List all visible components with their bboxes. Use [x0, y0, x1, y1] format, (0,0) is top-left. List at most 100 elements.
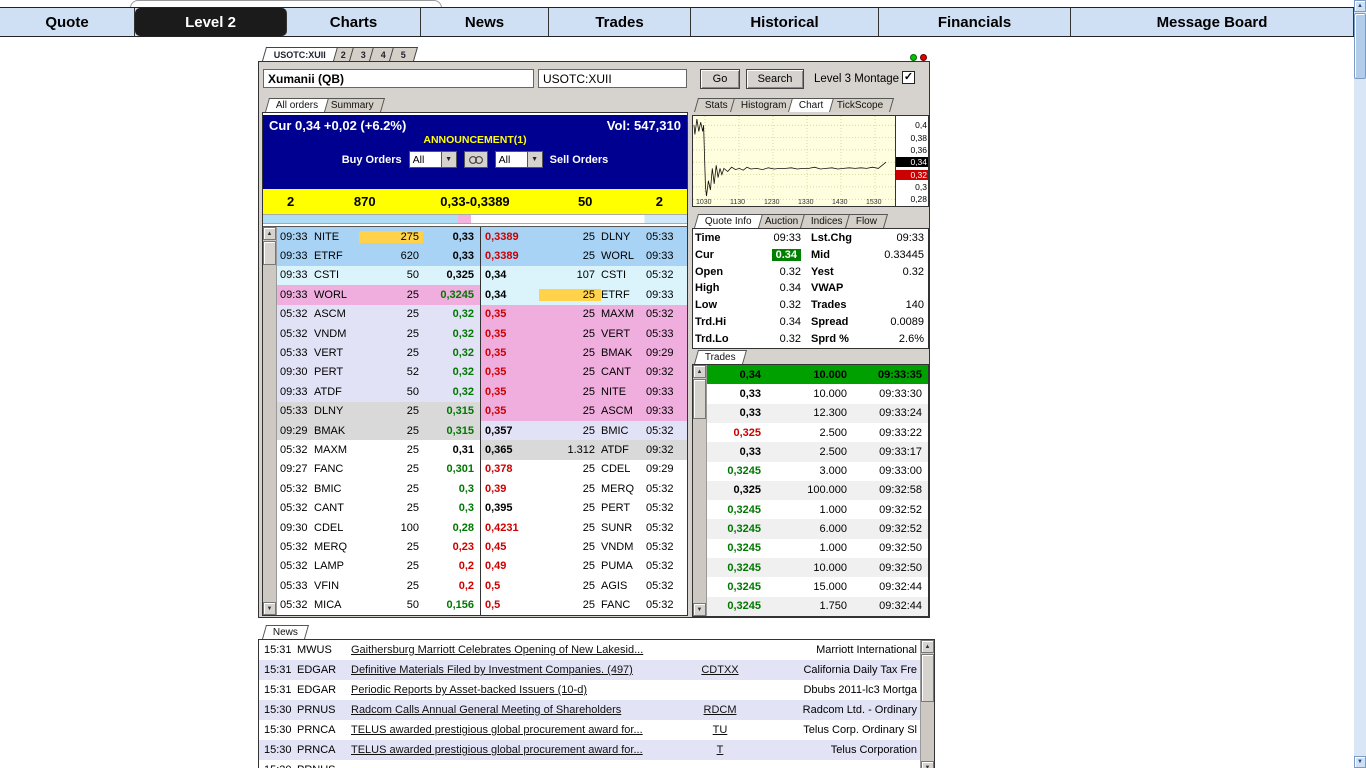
bid-mm[interactable]: CSTI	[314, 269, 359, 281]
scroll-down-button[interactable]: ▼	[693, 603, 706, 616]
workspace-tab-5[interactable]: 5	[389, 47, 419, 61]
news-headline-link[interactable]: Periodic Reports by Asset-backed Issuers…	[351, 684, 680, 696]
news-headline-link[interactable]: TELUS awarded prestigious global procure…	[351, 744, 680, 756]
news-symbol-link[interactable]: CDTXX	[680, 664, 760, 676]
ask-mm[interactable]: AGIS	[601, 580, 646, 592]
bid-mm[interactable]: DLNY	[314, 405, 359, 417]
bid-mm[interactable]: CDEL	[314, 522, 359, 534]
sell-filter-dropdown[interactable]: All ▼	[494, 151, 543, 168]
tab-summary[interactable]: Summary	[320, 98, 386, 112]
news-scrollbar[interactable]: ▲ ▼	[920, 640, 934, 768]
news-headline-link[interactable]: Radcom Calls Annual General Meeting of S…	[351, 704, 680, 716]
scroll-up-button[interactable]: ▲	[1354, 0, 1366, 12]
scroll-up-button[interactable]: ▲	[263, 227, 276, 240]
ask-mm[interactable]: ASCM	[601, 405, 646, 417]
svg-text:1430: 1430	[832, 199, 848, 206]
ask-mm[interactable]: BMIC	[601, 425, 646, 437]
ask-mm[interactable]: SUNR	[601, 522, 646, 534]
ask-mm[interactable]: VNDM	[601, 541, 646, 553]
link-filters-button[interactable]	[463, 151, 488, 168]
news-headline-link[interactable]: Gaithersburg Marriott Celebrates Opening…	[351, 644, 680, 656]
bid-mm[interactable]: BMAK	[314, 425, 359, 437]
nav-tab-level-2[interactable]: Level 2	[135, 8, 287, 36]
ask-mm[interactable]: MERQ	[601, 483, 646, 495]
ask-mm[interactable]: CSTI	[601, 269, 646, 281]
ask-mm[interactable]: PERT	[601, 502, 646, 514]
tab-all-orders[interactable]: All orders	[264, 98, 330, 112]
level3-montage-checkbox[interactable]: ✓	[902, 71, 915, 84]
bid-mm[interactable]: WORL	[314, 289, 359, 301]
announcement-link[interactable]: ANNOUNCEMENT(1)	[263, 133, 687, 146]
news-headline-link[interactable]: Definitive Materials Filed by Investment…	[351, 664, 680, 676]
bid-mm[interactable]: CANT	[314, 502, 359, 514]
ask-mm[interactable]: NITE	[601, 386, 646, 398]
bid-mm[interactable]: VNDM	[314, 328, 359, 340]
ask-mm[interactable]: BMAK	[601, 347, 646, 359]
bid-mm[interactable]: VFIN	[314, 580, 359, 592]
scroll-down-button[interactable]: ▼	[921, 761, 934, 768]
tab-tickscope[interactable]: TickScope	[825, 98, 895, 112]
bid-mm[interactable]: PERT	[314, 366, 359, 378]
nav-tab-financials[interactable]: Financials	[879, 8, 1071, 36]
scroll-thumb[interactable]	[263, 241, 276, 265]
bid-mm[interactable]: ASCM	[314, 308, 359, 320]
trades-scrollbar[interactable]: ▲ ▼	[693, 365, 707, 616]
nav-tab-news[interactable]: News	[421, 8, 549, 36]
bid-mm[interactable]: ATDF	[314, 386, 359, 398]
order-book-scrollbar[interactable]: ▲ ▼	[263, 227, 277, 615]
bid-mm[interactable]: BMIC	[314, 483, 359, 495]
bid-mm[interactable]: MERQ	[314, 541, 359, 553]
go-button[interactable]: Go	[700, 69, 740, 89]
company-name-field[interactable]	[263, 69, 534, 88]
tab-histogram[interactable]: Histogram	[729, 98, 798, 112]
quote-info-label: Spread	[811, 315, 849, 328]
search-button[interactable]: Search	[746, 69, 804, 89]
tab-chart[interactable]: Chart	[788, 98, 835, 112]
ask-mm[interactable]: VERT	[601, 328, 646, 340]
scroll-up-button[interactable]: ▲	[921, 640, 934, 653]
bid-mm[interactable]: VERT	[314, 347, 359, 359]
tab-trades[interactable]: Trades	[693, 350, 747, 364]
bid-mm[interactable]: ETRF	[314, 250, 359, 262]
news-headline-link[interactable]: TELUS awarded prestigious global procure…	[351, 724, 680, 736]
trade-price: 0,33	[739, 387, 761, 400]
news-symbol-link[interactable]: TU	[680, 724, 760, 736]
scroll-thumb[interactable]	[693, 379, 706, 419]
workspace-tab-usotc-xuii[interactable]: USOTC:XUII	[261, 47, 339, 61]
bid-mm[interactable]: MICA	[314, 599, 359, 611]
nav-tab-historical[interactable]: Historical	[691, 8, 879, 36]
bid-mm[interactable]: MAXM	[314, 444, 359, 456]
nav-tab-charts[interactable]: Charts	[287, 8, 421, 36]
nav-tab-trades[interactable]: Trades	[549, 8, 691, 36]
tab-news[interactable]: News	[261, 625, 310, 639]
ask-mm[interactable]: PUMA	[601, 560, 646, 572]
nav-tab-message-board[interactable]: Message Board	[1071, 8, 1354, 36]
news-symbol-link[interactable]: T	[680, 744, 760, 756]
scroll-down-button[interactable]: ▼	[1354, 756, 1366, 768]
ask-mm[interactable]: WORL	[601, 250, 646, 262]
page-scrollbar[interactable]: ▲ ▼	[1354, 0, 1366, 768]
scroll-up-button[interactable]: ▲	[693, 365, 706, 378]
window-minimize-button[interactable]	[910, 54, 917, 61]
scroll-thumb[interactable]	[921, 654, 934, 702]
buy-filter-dropdown[interactable]: All ▼	[408, 151, 457, 168]
nav-tab-quote[interactable]: Quote	[0, 8, 135, 36]
ask-mm[interactable]: MAXM	[601, 308, 646, 320]
symbol-input[interactable]	[538, 69, 687, 88]
news-symbol-link[interactable]: RDCM	[680, 704, 760, 716]
ask-mm[interactable]: CDEL	[601, 463, 646, 475]
trade-price: 0,3245	[727, 523, 761, 536]
ask-mm[interactable]: CANT	[601, 366, 646, 378]
ask-mm[interactable]: FANC	[601, 599, 646, 611]
tab-quote-info[interactable]: Quote Info	[693, 214, 763, 228]
bid-mm[interactable]: NITE	[314, 231, 359, 243]
bid-mm[interactable]: FANC	[314, 463, 359, 475]
ask-mm[interactable]: ATDF	[601, 444, 646, 456]
window-close-button[interactable]	[920, 54, 927, 61]
ask-mm[interactable]: ETRF	[601, 289, 646, 301]
scroll-down-button[interactable]: ▼	[263, 602, 276, 615]
tab-flow[interactable]: Flow	[844, 214, 888, 228]
scroll-thumb[interactable]	[1354, 13, 1366, 79]
ask-mm[interactable]: DLNY	[601, 231, 646, 243]
bid-mm[interactable]: LAMP	[314, 560, 359, 572]
